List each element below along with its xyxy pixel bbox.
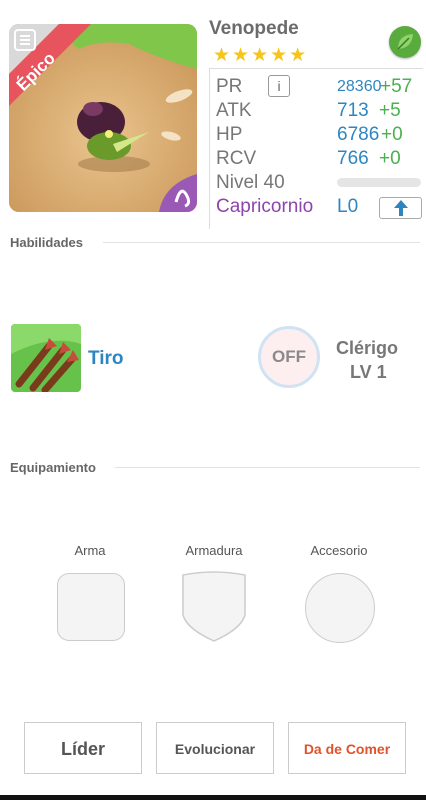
upgrade-button[interactable] (379, 197, 422, 219)
leaf-icon (389, 26, 421, 58)
hp-label: HP (216, 124, 243, 145)
leader-button[interactable]: Líder (24, 722, 142, 774)
atk-bonus: +5 (379, 100, 401, 121)
passive-level: LV 1 (350, 362, 387, 382)
pr-value: 28360 (337, 78, 382, 95)
abilities-title: Habilidades (10, 235, 83, 250)
sign-level: L0 (337, 196, 359, 217)
star-rating: ★★★★★ (213, 45, 309, 66)
divider (103, 242, 420, 243)
arrow-up-icon (393, 200, 408, 216)
hp-value: 6786 (337, 124, 380, 145)
passive-toggle[interactable]: OFF (258, 326, 320, 388)
xp-bar (337, 178, 421, 187)
feed-button[interactable]: Da de Comer (288, 722, 406, 774)
pr-bonus: +57 (380, 76, 413, 97)
slot-label-weapon: Arma (74, 543, 106, 558)
arrows-icon[interactable] (11, 324, 81, 392)
armor-slot[interactable] (181, 571, 247, 643)
skill-name[interactable]: Tiro (88, 348, 124, 370)
rcv-bonus: +0 (379, 148, 401, 169)
hp-bonus: +0 (381, 124, 403, 145)
weapon-slot[interactable] (57, 573, 125, 641)
passive-name: Clérigo (336, 338, 399, 358)
rcv-label: RCV (216, 148, 257, 169)
info-button[interactable]: i (268, 75, 290, 97)
bottom-bar (0, 795, 426, 800)
equipment-title: Equipamiento (10, 460, 96, 475)
accessory-slot[interactable] (305, 573, 375, 643)
monster-name: Venopede (209, 18, 299, 39)
atk-label: ATK (216, 100, 252, 121)
monster-portrait[interactable]: Épico (9, 24, 197, 212)
level-label: Nivel 40 (216, 172, 285, 193)
atk-value: 713 (337, 100, 369, 121)
rcv-value: 766 (337, 148, 369, 169)
evolve-button[interactable]: Evolucionar (156, 722, 274, 774)
sign-label: Capricornio (216, 196, 314, 217)
pr-label: PR (216, 76, 243, 97)
monster-artwork (9, 24, 197, 212)
divider (115, 467, 420, 468)
slot-label-armor: Armadura (185, 543, 243, 558)
slot-label-accessory: Accesorio (310, 543, 368, 558)
